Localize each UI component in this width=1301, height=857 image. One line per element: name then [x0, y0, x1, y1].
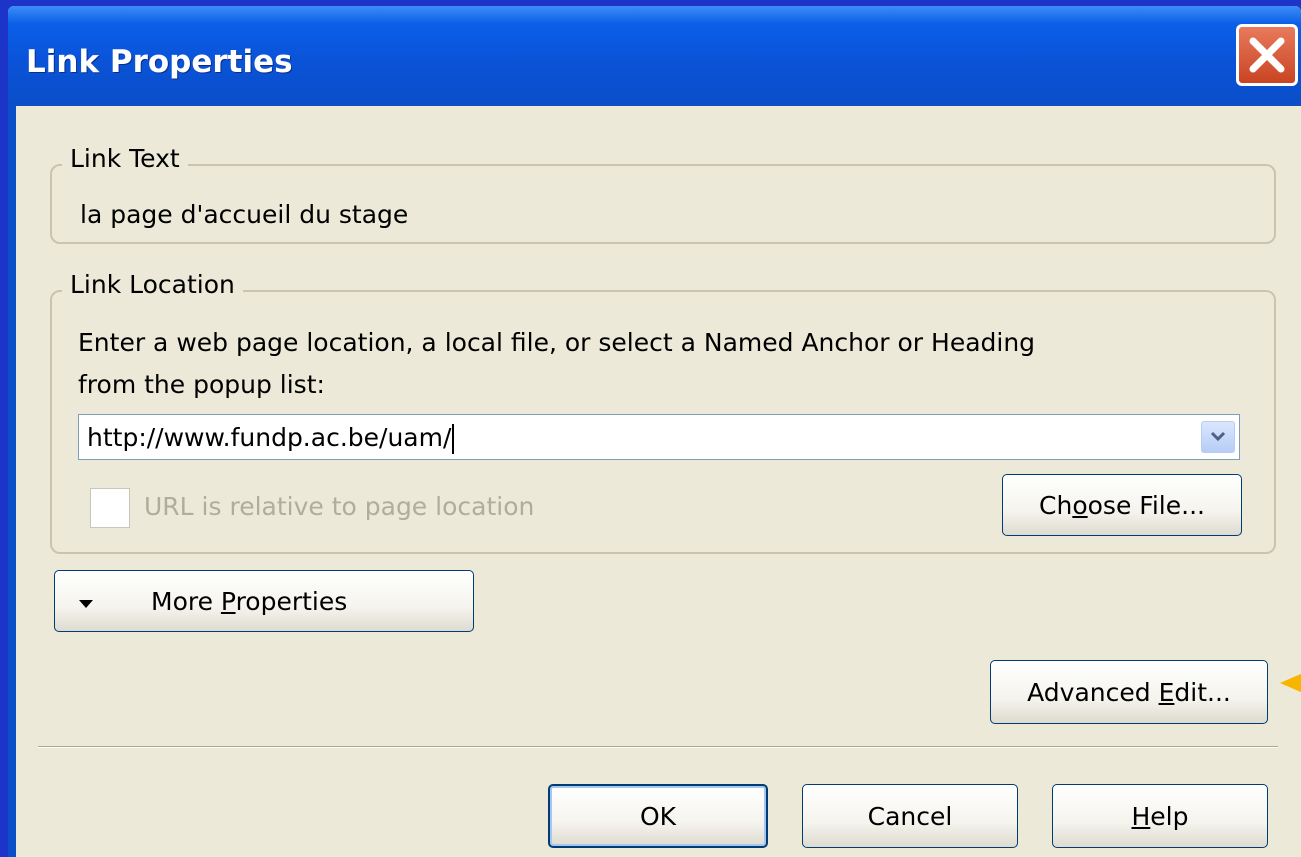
link-text-legend: Link Text — [62, 144, 188, 173]
relative-url-label: URL is relative to page location — [144, 492, 535, 521]
link-text-value: la page d'accueil du stage — [80, 200, 409, 229]
triangle-down-icon — [77, 587, 95, 616]
relative-url-checkbox[interactable] — [90, 488, 130, 528]
link-location-legend: Link Location — [62, 270, 243, 299]
url-dropdown-button[interactable] — [1201, 421, 1235, 453]
location-instructions-line1: Enter a web page location, a local file,… — [78, 328, 1036, 357]
separator — [38, 746, 1278, 748]
help-button[interactable]: Help — [1052, 784, 1268, 848]
url-value: http://www.fundp.ac.be/uam/ — [87, 423, 452, 452]
link-properties-dialog: Link Properties Link Text la page d'accu… — [8, 6, 1301, 857]
url-combobox[interactable]: http://www.fundp.ac.be/uam/ — [78, 414, 1240, 460]
more-properties-button[interactable]: More Properties — [54, 570, 474, 632]
location-instructions-line2: from the popup list: — [78, 370, 325, 399]
more-properties-label: More Properties — [151, 586, 348, 616]
advanced-edit-label: Advanced Edit... — [1027, 677, 1231, 707]
help-label: Help — [1131, 801, 1189, 831]
choose-file-label: Choose File... — [1039, 490, 1205, 520]
url-input[interactable]: http://www.fundp.ac.be/uam/ — [87, 423, 455, 454]
ok-button[interactable]: OK — [548, 784, 768, 848]
text-caret — [452, 424, 455, 454]
dialog-title: Link Properties — [26, 44, 293, 80]
ok-label: OK — [639, 801, 677, 831]
advanced-edit-button[interactable]: Advanced Edit... — [990, 660, 1268, 724]
close-button[interactable] — [1236, 24, 1298, 86]
choose-file-button[interactable]: Choose File... — [1002, 474, 1242, 536]
window-border — [8, 106, 16, 857]
cancel-label: Cancel — [867, 801, 953, 831]
title-bar[interactable]: Link Properties — [8, 6, 1301, 106]
pointer-arrow-annotation — [1280, 670, 1301, 696]
cancel-button[interactable]: Cancel — [802, 784, 1018, 848]
